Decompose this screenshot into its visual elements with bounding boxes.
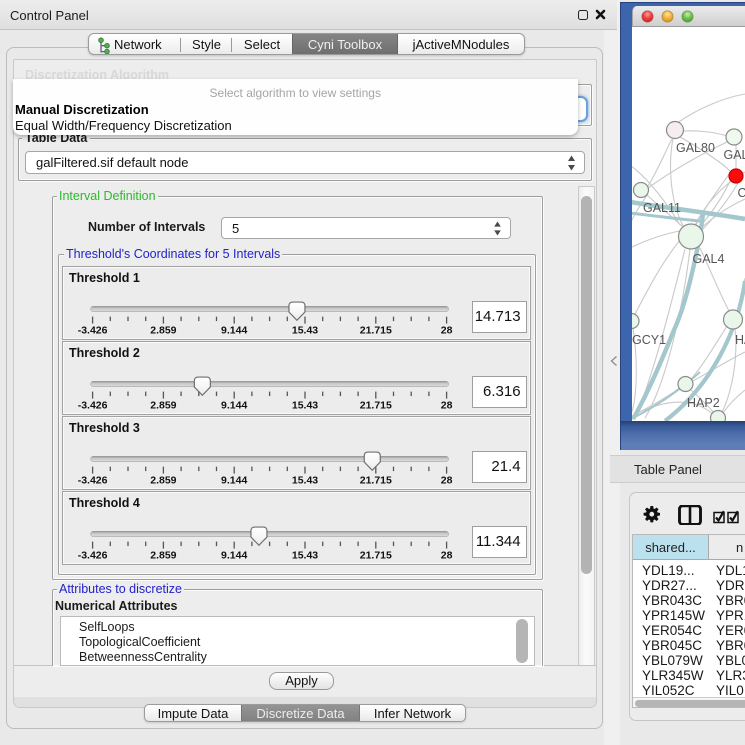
svg-text:HA: HA xyxy=(735,333,745,347)
svg-text:-3.426: -3.426 xyxy=(78,325,108,337)
svg-text:-3.426: -3.426 xyxy=(78,475,108,487)
svg-text:28: 28 xyxy=(441,325,453,337)
svg-text:CY: CY xyxy=(738,186,745,200)
svg-text:2.859: 2.859 xyxy=(150,400,176,412)
svg-text:28: 28 xyxy=(441,475,453,487)
svg-text:2.859: 2.859 xyxy=(150,475,176,487)
svg-text:9.144: 9.144 xyxy=(221,550,247,562)
svg-text:28: 28 xyxy=(441,400,453,412)
svg-text:28: 28 xyxy=(441,550,453,562)
svg-text:GAL11: GAL11 xyxy=(643,201,681,215)
svg-text:9.144: 9.144 xyxy=(221,325,247,337)
svg-text:GAL80: GAL80 xyxy=(676,141,715,155)
svg-text:15.43: 15.43 xyxy=(292,550,318,562)
svg-text:21.715: 21.715 xyxy=(360,475,392,487)
svg-text:GAL4: GAL4 xyxy=(693,252,725,266)
svg-text:9.144: 9.144 xyxy=(221,475,247,487)
svg-text:-3.426: -3.426 xyxy=(78,400,108,412)
svg-text:GCY1: GCY1 xyxy=(632,333,666,347)
svg-text:2.859: 2.859 xyxy=(150,325,176,337)
svg-text:21.715: 21.715 xyxy=(360,325,392,337)
svg-text:-3.426: -3.426 xyxy=(78,550,108,562)
svg-text:15.43: 15.43 xyxy=(292,325,318,337)
svg-text:GAL: GAL xyxy=(724,148,745,162)
svg-text:9.144: 9.144 xyxy=(221,400,247,412)
svg-text:2.859: 2.859 xyxy=(150,550,176,562)
svg-text:15.43: 15.43 xyxy=(292,400,318,412)
svg-text:21.715: 21.715 xyxy=(360,550,392,562)
svg-text:HAP2: HAP2 xyxy=(687,396,720,410)
svg-text:15.43: 15.43 xyxy=(292,475,318,487)
svg-text:21.715: 21.715 xyxy=(360,400,392,412)
